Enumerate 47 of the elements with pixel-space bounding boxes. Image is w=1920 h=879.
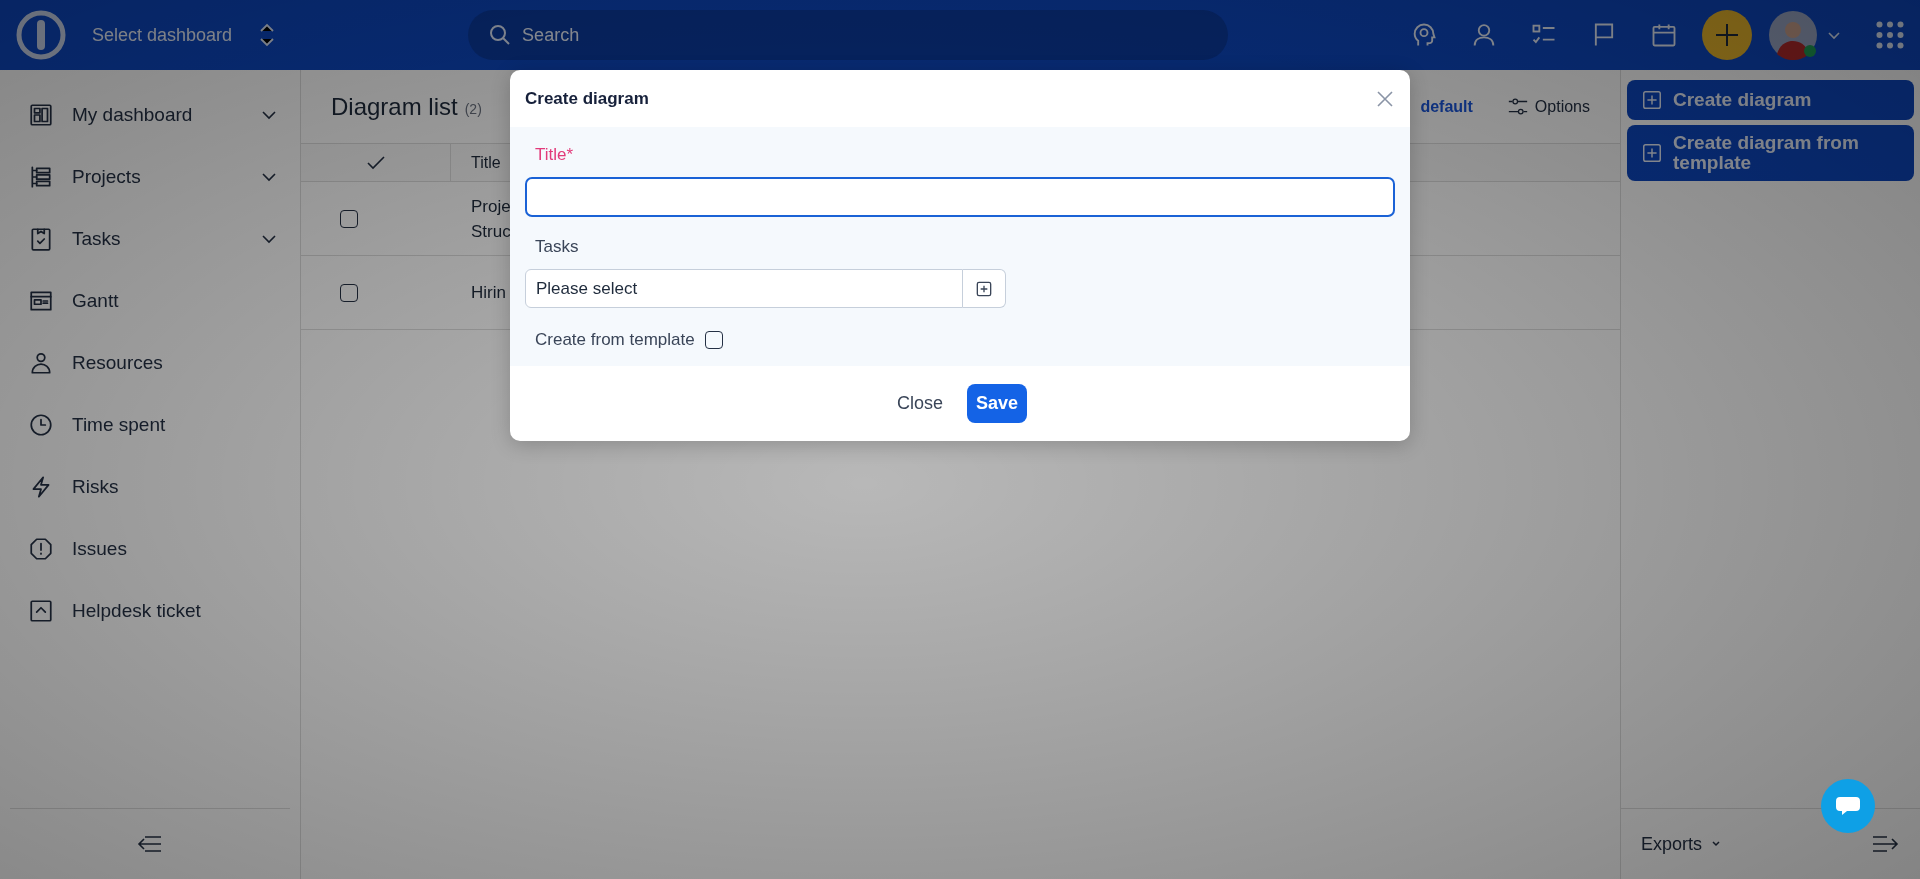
plus-square-icon (1641, 89, 1663, 111)
add-button[interactable] (963, 269, 1006, 308)
sidebar-item[interactable]: Time spent (0, 394, 300, 456)
clock-icon (28, 412, 54, 438)
checkbox-label: Create from template (535, 330, 695, 350)
table-cell-text: Hirin (470, 282, 507, 304)
plus-square-icon (1641, 142, 1663, 164)
column-header[interactable]: Title (451, 153, 501, 172)
page-title: Diagram list (331, 92, 458, 121)
sidebar-item[interactable]: Helpdesk ticket (0, 580, 300, 642)
options-button[interactable]: Options (1506, 95, 1590, 118)
close-icon[interactable] (1375, 88, 1395, 109)
sidebar-item[interactable]: Issues (0, 518, 300, 580)
create-button[interactable]: Create diagram (1627, 80, 1914, 120)
checkbox[interactable] (704, 331, 723, 349)
default-link[interactable]: default (1420, 97, 1473, 116)
sidebar-item[interactable]: Tasks (0, 208, 300, 270)
ticket-icon (28, 598, 54, 624)
field-label: Title* (535, 145, 575, 165)
alert-icon (28, 536, 54, 562)
row-checkbox[interactable] (339, 283, 358, 302)
clipboard-check-icon (28, 226, 54, 252)
dialog-title: Create diagram (525, 88, 649, 109)
title-input[interactable] (525, 177, 1395, 217)
apps-grid-icon[interactable] (1876, 21, 1904, 49)
table-cell-text: Proje Struc (470, 195, 512, 243)
search-field[interactable]: Search (468, 10, 1229, 60)
item-count: (2) (464, 100, 482, 117)
dashboard-icon (28, 102, 54, 128)
dashboard-selector[interactable]: Select dashboard (92, 24, 233, 46)
avatar[interactable] (1768, 10, 1818, 60)
tasks-select[interactable]: Please select (525, 269, 963, 308)
field-label: Tasks (535, 237, 580, 257)
sidebar-item[interactable]: Projects (0, 146, 300, 208)
plus-icon (1714, 22, 1740, 48)
tree-list-icon (28, 164, 54, 190)
sidebar-item[interactable]: Gantt (0, 270, 300, 332)
sidebar-item[interactable]: My dashboard (0, 84, 300, 146)
close-button[interactable]: Close (892, 385, 947, 422)
exports-dropdown[interactable]: Exports (1641, 833, 1723, 855)
create-button[interactable]: Create diagram from template (1627, 125, 1914, 181)
sidebar-item[interactable]: Resources (0, 332, 300, 394)
save-button[interactable]: Save (967, 384, 1028, 423)
gantt-icon (28, 288, 54, 314)
logo-icon[interactable] (16, 10, 66, 60)
sidebar-item[interactable]: Risks (0, 456, 300, 518)
row-checkbox[interactable] (339, 209, 358, 228)
